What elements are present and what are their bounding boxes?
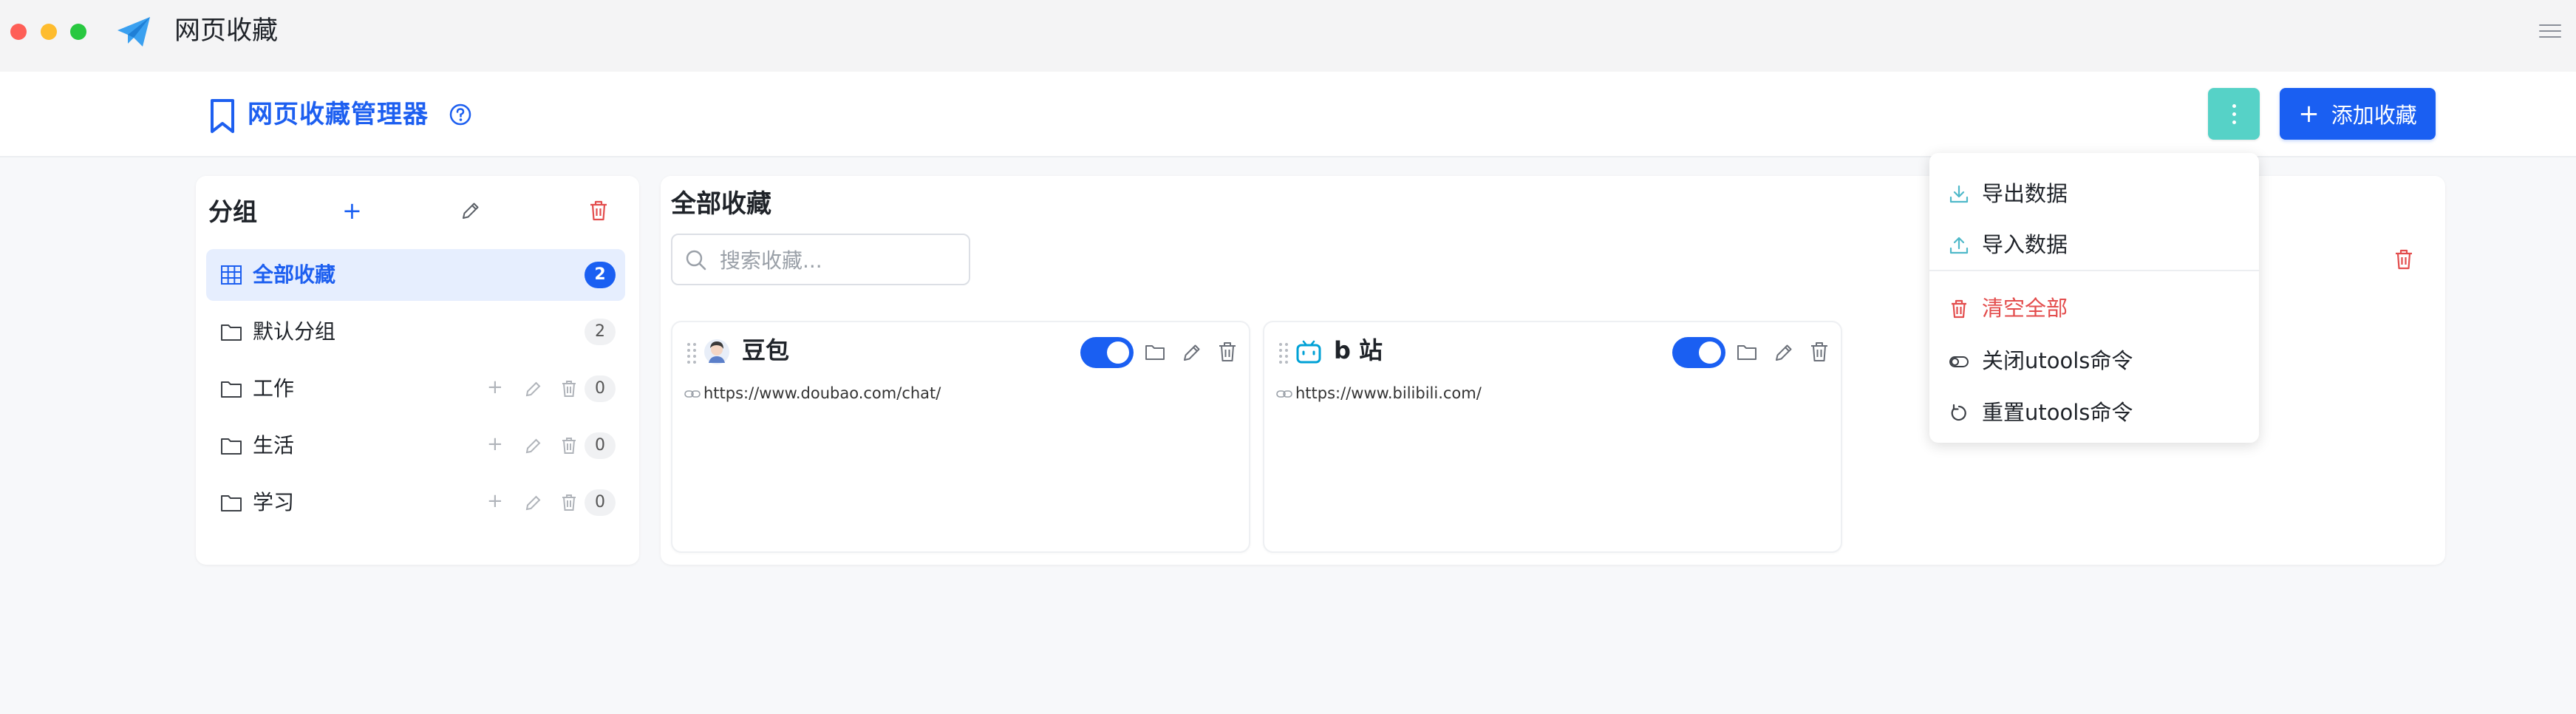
page-title: 网页收藏管理器 <box>248 100 429 129</box>
trash-icon[interactable] <box>1809 341 1830 363</box>
search-input[interactable] <box>718 244 958 276</box>
card-url[interactable]: https://www.bilibili.com/ <box>1295 381 1482 405</box>
app-title: 网页收藏 <box>174 16 279 46</box>
drag-handle-icon[interactable] <box>687 341 698 364</box>
more-options-menu: 导出数据 导入数据 清空全部 关闭utools命令 重置utools命令 <box>1929 153 2259 443</box>
trash-icon <box>1952 299 1966 319</box>
card-title: b 站 <box>1334 336 1383 364</box>
search-icon <box>686 250 706 271</box>
trash-icon[interactable] <box>1217 341 1238 363</box>
upload-icon <box>1949 237 1969 254</box>
sidebar-item-life[interactable]: 生活 + 0 <box>206 420 625 472</box>
enable-toggle[interactable] <box>1672 337 1725 368</box>
card-url[interactable]: https://www.doubao.com/chat/ <box>703 381 941 405</box>
doubao-avatar-icon <box>704 339 729 364</box>
menu-item-reset-utools[interactable]: 重置utools命令 <box>1929 389 2259 436</box>
count-badge: 0 <box>585 489 616 516</box>
menu-item-clear-all[interactable]: 清空全部 <box>1929 285 2259 332</box>
folder-icon[interactable] <box>1144 341 1166 362</box>
add-subitem-button[interactable]: + <box>487 490 503 512</box>
edit-icon[interactable] <box>524 493 543 512</box>
trash-icon[interactable] <box>560 436 578 455</box>
delete-all-icon[interactable] <box>2393 248 2415 271</box>
reset-icon <box>1951 404 1966 421</box>
group-sidebar: 分组 + 全部收藏 2 默认分组 2 工作 + 0 生活 + 0 学习 + 0 <box>196 176 639 565</box>
trash-icon[interactable] <box>560 493 578 512</box>
enable-toggle[interactable] <box>1080 337 1134 368</box>
minimize-window-button[interactable] <box>41 24 57 40</box>
folder-icon <box>221 324 242 341</box>
link-icon <box>1276 390 1292 398</box>
help-icon[interactable] <box>449 103 472 126</box>
bookmark-card[interactable]: 豆包 https://www.doubao.com/chat/ <box>671 321 1250 553</box>
count-badge: 2 <box>585 262 616 288</box>
paper-plane-icon <box>117 17 150 47</box>
menu-divider <box>1929 270 2259 271</box>
edit-group-icon[interactable] <box>460 200 482 222</box>
bookmark-icon <box>211 99 234 133</box>
sidebar-item-label: 默认分组 <box>253 319 336 344</box>
menu-item-label: 导入数据 <box>1982 232 2068 257</box>
menu-item-label: 重置utools命令 <box>1982 400 2133 425</box>
sidebar-item-label: 学习 <box>253 490 295 514</box>
add-bookmark-label: 添加收藏 <box>2331 103 2417 128</box>
maximize-window-button[interactable] <box>70 24 86 40</box>
sidebar-item-all[interactable]: 全部收藏 2 <box>206 249 625 301</box>
menu-item-import[interactable]: 导入数据 <box>1929 221 2259 268</box>
add-group-button[interactable]: + <box>342 198 362 223</box>
add-subitem-button[interactable]: + <box>487 433 503 455</box>
edit-icon[interactable] <box>1773 341 1795 364</box>
group-actions: + <box>487 376 578 400</box>
bilibili-tv-icon <box>1296 340 1321 364</box>
link-icon <box>684 390 701 398</box>
sidebar-title: 分组 <box>208 197 257 226</box>
sidebar-item-default[interactable]: 默认分组 2 <box>206 306 625 358</box>
delete-group-icon[interactable] <box>587 199 610 222</box>
count-badge: 0 <box>585 375 616 402</box>
grid-icon <box>221 265 242 285</box>
group-actions: + <box>487 490 578 514</box>
search-box <box>671 234 970 285</box>
count-badge: 2 <box>585 319 616 345</box>
add-subitem-button[interactable]: + <box>487 376 503 398</box>
edit-icon[interactable] <box>1181 341 1203 364</box>
add-bookmark-button[interactable]: + 添加收藏 <box>2280 88 2436 140</box>
folder-icon <box>221 495 242 511</box>
menu-item-export[interactable]: 导出数据 <box>1929 170 2259 217</box>
menu-item-label: 关闭utools命令 <box>1982 348 2133 373</box>
more-options-button[interactable] <box>2208 88 2260 140</box>
count-badge: 0 <box>585 432 616 459</box>
more-dot-icon <box>2232 120 2236 124</box>
plus-icon: + <box>2298 99 2320 129</box>
trash-icon[interactable] <box>560 379 578 398</box>
folder-icon[interactable] <box>1736 341 1758 362</box>
download-icon <box>1949 185 1969 203</box>
menu-item-label: 导出数据 <box>1982 181 2068 206</box>
group-actions: + <box>487 433 578 457</box>
folder-icon <box>221 438 242 455</box>
folder-icon <box>221 381 242 398</box>
menu-item-label: 清空全部 <box>1982 296 2068 321</box>
more-dot-icon <box>2232 112 2236 116</box>
close-window-button[interactable] <box>10 24 27 40</box>
card-title: 豆包 <box>742 336 790 364</box>
section-title: 全部收藏 <box>671 189 771 219</box>
sidebar-item-label: 生活 <box>253 433 295 458</box>
edit-icon[interactable] <box>524 436 543 455</box>
window-title-bar: 网页收藏 <box>0 0 2576 72</box>
toggle-off-icon <box>1949 356 1969 367</box>
sidebar-item-label: 全部收藏 <box>253 262 336 287</box>
more-dot-icon <box>2232 104 2236 108</box>
bookmark-card[interactable]: b 站 https://www.bilibili.com/ <box>1263 321 1842 553</box>
menu-item-disable-utools[interactable]: 关闭utools命令 <box>1929 337 2259 384</box>
sidebar-item-label: 工作 <box>253 376 295 401</box>
sidebar-item-study[interactable]: 学习 + 0 <box>206 477 625 528</box>
drag-handle-icon[interactable] <box>1279 341 1289 364</box>
edit-icon[interactable] <box>524 379 543 398</box>
sidebar-item-work[interactable]: 工作 + 0 <box>206 363 625 415</box>
menu-icon[interactable] <box>2539 20 2561 41</box>
